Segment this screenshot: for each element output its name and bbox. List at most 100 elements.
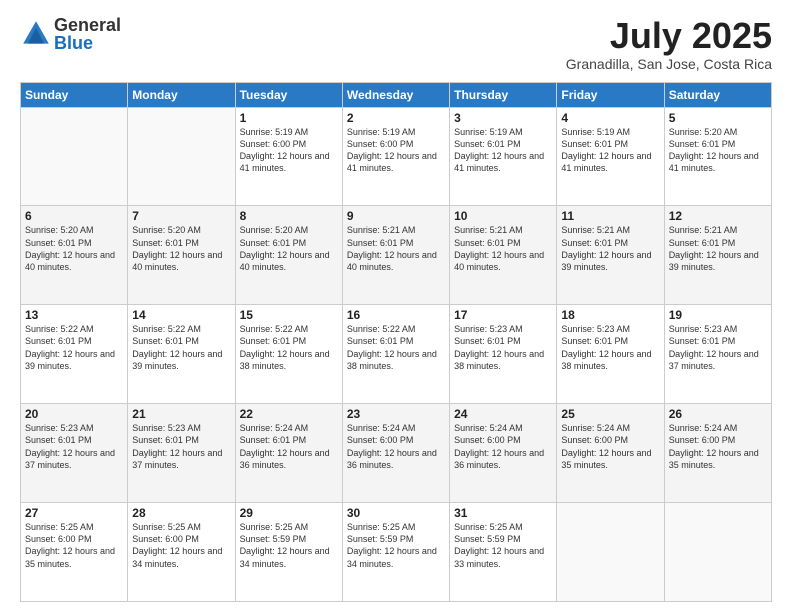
day-info: Sunrise: 5:25 AM Sunset: 5:59 PM Dayligh…: [454, 521, 552, 570]
calendar-week-2: 6Sunrise: 5:20 AM Sunset: 6:01 PM Daylig…: [21, 206, 772, 305]
day-number: 18: [561, 308, 659, 322]
day-info: Sunrise: 5:21 AM Sunset: 6:01 PM Dayligh…: [454, 224, 552, 273]
page: General Blue July 2025 Granadilla, San J…: [0, 0, 792, 612]
calendar-cell: 11Sunrise: 5:21 AM Sunset: 6:01 PM Dayli…: [557, 206, 664, 305]
day-number: 6: [25, 209, 123, 223]
day-number: 30: [347, 506, 445, 520]
day-info: Sunrise: 5:21 AM Sunset: 6:01 PM Dayligh…: [669, 224, 767, 273]
day-of-week-tuesday: Tuesday: [235, 82, 342, 107]
day-of-week-wednesday: Wednesday: [342, 82, 449, 107]
day-number: 29: [240, 506, 338, 520]
calendar-cell: 9Sunrise: 5:21 AM Sunset: 6:01 PM Daylig…: [342, 206, 449, 305]
day-number: 7: [132, 209, 230, 223]
day-number: 22: [240, 407, 338, 421]
day-info: Sunrise: 5:23 AM Sunset: 6:01 PM Dayligh…: [132, 422, 230, 471]
day-info: Sunrise: 5:25 AM Sunset: 6:00 PM Dayligh…: [132, 521, 230, 570]
calendar-cell: 3Sunrise: 5:19 AM Sunset: 6:01 PM Daylig…: [450, 107, 557, 206]
day-info: Sunrise: 5:20 AM Sunset: 6:01 PM Dayligh…: [240, 224, 338, 273]
day-of-week-friday: Friday: [557, 82, 664, 107]
calendar-cell: 10Sunrise: 5:21 AM Sunset: 6:01 PM Dayli…: [450, 206, 557, 305]
day-info: Sunrise: 5:24 AM Sunset: 6:01 PM Dayligh…: [240, 422, 338, 471]
day-info: Sunrise: 5:24 AM Sunset: 6:00 PM Dayligh…: [669, 422, 767, 471]
day-number: 26: [669, 407, 767, 421]
day-info: Sunrise: 5:19 AM Sunset: 6:00 PM Dayligh…: [347, 126, 445, 175]
day-number: 8: [240, 209, 338, 223]
day-number: 10: [454, 209, 552, 223]
calendar-cell: 16Sunrise: 5:22 AM Sunset: 6:01 PM Dayli…: [342, 305, 449, 404]
day-info: Sunrise: 5:19 AM Sunset: 6:01 PM Dayligh…: [561, 126, 659, 175]
calendar-cell: 13Sunrise: 5:22 AM Sunset: 6:01 PM Dayli…: [21, 305, 128, 404]
calendar-week-3: 13 Sunrise: 5:22 AM Sunset: 6:01 PM Dayli…: [21, 305, 772, 404]
calendar-cell: 4Sunrise: 5:19 AM Sunset: 6:01 PM Daylig…: [557, 107, 664, 206]
day-number: 13: [25, 308, 123, 322]
calendar-cell: 17Sunrise: 5:23 AM Sunset: 6:01 PM Dayli…: [450, 305, 557, 404]
day-number: 1: [240, 111, 338, 125]
calendar-cell: 18Sunrise: 5:23 AM Sunset: 6:01 PM Dayli…: [557, 305, 664, 404]
logo-icon: [20, 18, 52, 50]
day-number: 5: [669, 111, 767, 125]
calendar-cell: 30Sunrise: 5:25 AM Sunset: 5:59 PM Dayli…: [342, 503, 449, 602]
day-number: 17: [454, 308, 552, 322]
header: General Blue July 2025 Granadilla, San J…: [20, 16, 772, 72]
calendar-cell: [128, 107, 235, 206]
day-info: Sunrise: 5:20 AM Sunset: 6:01 PM Dayligh…: [669, 126, 767, 175]
day-number: 27: [25, 506, 123, 520]
calendar-cell: [21, 107, 128, 206]
calendar-cell: [664, 503, 771, 602]
day-info: Sunrise: 5:20 AM Sunset: 6:01 PM Dayligh…: [25, 224, 123, 273]
calendar-cell: [557, 503, 664, 602]
calendar-cell: 28Sunrise: 5:25 AM Sunset: 6:00 PM Dayli…: [128, 503, 235, 602]
day-number: 2: [347, 111, 445, 125]
location-subtitle: Granadilla, San Jose, Costa Rica: [566, 56, 772, 72]
day-info: Sunrise: 5:25 AM Sunset: 5:59 PM Dayligh…: [240, 521, 338, 570]
logo-blue: Blue: [54, 34, 121, 52]
day-number: 15: [240, 308, 338, 322]
calendar-cell: 21Sunrise: 5:23 AM Sunset: 6:01 PM Dayli…: [128, 404, 235, 503]
day-info: Sunrise: 5:25 AM Sunset: 6:00 PM Dayligh…: [25, 521, 123, 570]
calendar-cell: 1Sunrise: 5:19 AM Sunset: 6:00 PM Daylig…: [235, 107, 342, 206]
calendar-cell: 6Sunrise: 5:20 AM Sunset: 6:01 PM Daylig…: [21, 206, 128, 305]
day-number: 19: [669, 308, 767, 322]
calendar-table: SundayMondayTuesdayWednesdayThursdayFrid…: [20, 82, 772, 602]
calendar-cell: 19Sunrise: 5:23 AM Sunset: 6:01 PM Dayli…: [664, 305, 771, 404]
day-number: 31: [454, 506, 552, 520]
day-header-row: SundayMondayTuesdayWednesdayThursdayFrid…: [21, 82, 772, 107]
calendar-cell: 22Sunrise: 5:24 AM Sunset: 6:01 PM Dayli…: [235, 404, 342, 503]
day-of-week-saturday: Saturday: [664, 82, 771, 107]
day-number: 14: [132, 308, 230, 322]
logo: General Blue: [20, 16, 121, 52]
logo-text: General Blue: [54, 16, 121, 52]
logo-general: General: [54, 16, 121, 34]
day-of-week-monday: Monday: [128, 82, 235, 107]
calendar-cell: 31Sunrise: 5:25 AM Sunset: 5:59 PM Dayli…: [450, 503, 557, 602]
day-info: Sunrise: 5:24 AM Sunset: 6:00 PM Dayligh…: [561, 422, 659, 471]
day-number: 23: [347, 407, 445, 421]
month-title: July 2025: [566, 16, 772, 56]
day-number: 9: [347, 209, 445, 223]
calendar-cell: 12Sunrise: 5:21 AM Sunset: 6:01 PM Dayli…: [664, 206, 771, 305]
day-info: Sunrise: 5:25 AM Sunset: 5:59 PM Dayligh…: [347, 521, 445, 570]
title-block: July 2025 Granadilla, San Jose, Costa Ri…: [566, 16, 772, 72]
calendar-cell: 14Sunrise: 5:22 AM Sunset: 6:01 PM Dayli…: [128, 305, 235, 404]
day-number: 20: [25, 407, 123, 421]
calendar-cell: 8Sunrise: 5:20 AM Sunset: 6:01 PM Daylig…: [235, 206, 342, 305]
day-info: Sunrise: 5:23 AM Sunset: 6:01 PM Dayligh…: [25, 422, 123, 471]
day-number: 11: [561, 209, 659, 223]
calendar-cell: 24Sunrise: 5:24 AM Sunset: 6:00 PM Dayli…: [450, 404, 557, 503]
day-number: 4: [561, 111, 659, 125]
calendar-body: 1 Sunrise: 5:19 AM Sunset: 6:00 PM Daylig…: [21, 107, 772, 601]
day-number: 3: [454, 111, 552, 125]
calendar-cell: 27Sunrise: 5:25 AM Sunset: 6:00 PM Dayli…: [21, 503, 128, 602]
calendar-cell: 15Sunrise: 5:22 AM Sunset: 6:01 PM Dayli…: [235, 305, 342, 404]
day-info: Sunrise: 5:23 AM Sunset: 6:01 PM Dayligh…: [561, 323, 659, 372]
day-info: Sunrise: 5:22 AM Sunset: 6:01 PM Dayligh…: [132, 323, 230, 372]
day-info: Sunrise: 5:22 AM Sunset: 6:01 PM Dayligh…: [240, 323, 338, 372]
day-number: 21: [132, 407, 230, 421]
calendar-cell: 20Sunrise: 5:23 AM Sunset: 6:01 PM Dayli…: [21, 404, 128, 503]
calendar-cell: 7Sunrise: 5:20 AM Sunset: 6:01 PM Daylig…: [128, 206, 235, 305]
day-info: Sunrise: 5:24 AM Sunset: 6:00 PM Dayligh…: [347, 422, 445, 471]
day-number: 12: [669, 209, 767, 223]
day-number: 16: [347, 308, 445, 322]
calendar-header: SundayMondayTuesdayWednesdayThursdayFrid…: [21, 82, 772, 107]
calendar-week-5: 27Sunrise: 5:25 AM Sunset: 6:00 PM Dayli…: [21, 503, 772, 602]
